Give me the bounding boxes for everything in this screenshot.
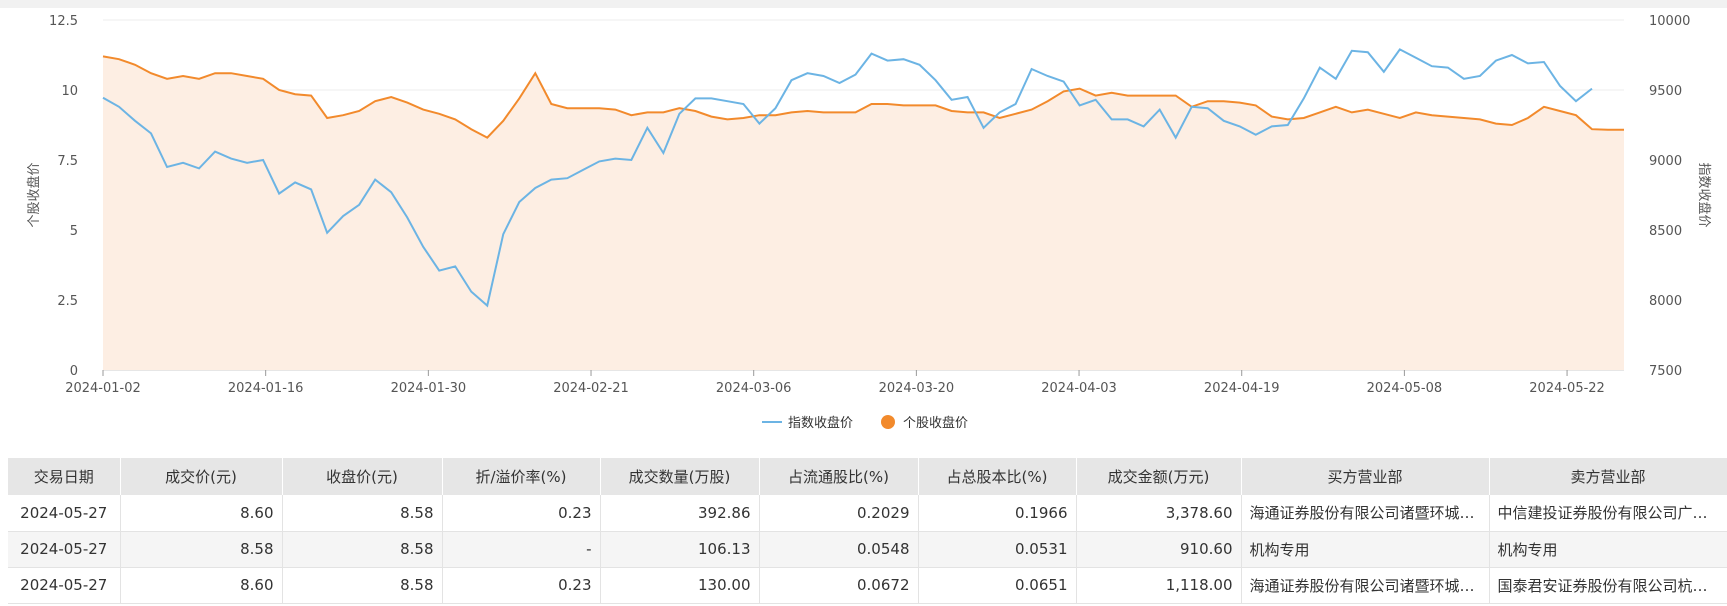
legend-index-label: 指数收盘价 xyxy=(788,415,853,431)
table-row: 2024-05-27 8.60 8.58 0.23 130.00 0.0672 0.0651… xyxy=(8,567,1727,604)
top-strip xyxy=(0,0,1727,8)
y-right-tick: 9500 xyxy=(1649,84,1682,99)
table-cell: 2024-05-27 xyxy=(8,567,121,604)
column-header: 买方营业部 xyxy=(1241,458,1490,495)
y-left-tick: 5 xyxy=(70,224,78,239)
table-cell: 0.23 xyxy=(442,495,601,532)
table-cell: - xyxy=(442,531,601,568)
y-right-axis-label: 指数收盘价 xyxy=(1696,162,1712,227)
table-cell: 106.13 xyxy=(600,531,760,568)
table-cell: 机构专用 xyxy=(1241,531,1490,568)
table-cell: 0.23 xyxy=(442,567,601,604)
table-cell: 8.58 xyxy=(120,531,283,568)
y-right-tick: 9000 xyxy=(1649,154,1682,169)
y-left-tick: 2.5 xyxy=(57,294,78,309)
x-tick-label: 2024-03-20 xyxy=(879,381,955,396)
x-tick-label: 2024-02-21 xyxy=(553,381,629,396)
y-right-tick: 8500 xyxy=(1649,224,1682,239)
block-trade-table: 交易日期 成交价(元) 收盘价(元) 折/溢价率(%) 成交数量(万股) 占流通股比(%)… xyxy=(8,458,1727,604)
table-cell: 910.60 xyxy=(1076,531,1242,568)
column-header: 占总股本比(%) xyxy=(918,458,1077,495)
table-cell: 1,118.00 xyxy=(1076,567,1242,604)
y-right-tick: 10000 xyxy=(1649,14,1690,29)
y-left-tick: 12.5 xyxy=(49,14,78,29)
table-cell: 392.86 xyxy=(600,495,760,532)
table-cell: 8.58 xyxy=(282,567,443,604)
y-left-tick: 0 xyxy=(70,364,78,379)
x-tick-label: 2024-03-06 xyxy=(716,381,792,396)
y-left-tick: 10 xyxy=(61,84,78,99)
column-header: 成交金额(万元) xyxy=(1076,458,1242,495)
x-tick-label: 2024-01-02 xyxy=(65,381,141,396)
table-cell: 2024-05-27 xyxy=(8,495,121,532)
table-cell: 海通证券股份有限公司诸暨环城… xyxy=(1241,495,1490,532)
x-tick-label: 2024-01-30 xyxy=(391,381,467,396)
table-cell: 2024-05-27 xyxy=(8,531,121,568)
y-right-tick: 8000 xyxy=(1649,294,1682,309)
table-cell: 8.60 xyxy=(120,495,283,532)
legend-stock-swatch xyxy=(881,415,895,429)
x-tick-label: 2024-05-22 xyxy=(1529,381,1605,396)
y-left-axis-label: 个股收盘价 xyxy=(26,162,42,227)
price-chart: 0 7500 2.5 8000 5 8500 7.5 9000 10 9500 12.5 10000 个… xyxy=(0,0,1727,431)
table-cell: 海通证券股份有限公司诸暨环城… xyxy=(1241,567,1490,604)
table-cell: 0.2029 xyxy=(759,495,919,532)
legend-stock-label: 个股收盘价 xyxy=(903,415,968,431)
table-header-row: 交易日期 成交价(元) 收盘价(元) 折/溢价率(%) 成交数量(万股) 占流通股比(%)… xyxy=(8,458,1727,495)
table-cell: 国泰君安证券股份有限公司杭… xyxy=(1489,567,1727,604)
x-tick-label: 2024-01-16 xyxy=(228,381,304,396)
column-header: 卖方营业部 xyxy=(1489,458,1727,495)
x-tick-label: 2024-04-19 xyxy=(1204,381,1280,396)
table-row: 2024-05-27 8.60 8.58 0.23 392.86 0.2029 0.1966… xyxy=(8,495,1727,532)
column-header: 交易日期 xyxy=(8,458,121,495)
table-cell: 0.0651 xyxy=(918,567,1077,604)
column-header: 成交价(元) xyxy=(120,458,283,495)
table-cell: 机构专用 xyxy=(1489,531,1727,568)
table-cell: 130.00 xyxy=(600,567,760,604)
table-cell: 0.0531 xyxy=(918,531,1077,568)
table-cell: 8.58 xyxy=(282,495,443,532)
table-cell: 3,378.60 xyxy=(1076,495,1242,532)
column-header: 收盘价(元) xyxy=(282,458,443,495)
y-right-tick: 7500 xyxy=(1649,364,1682,379)
x-tick-label: 2024-05-08 xyxy=(1367,381,1443,396)
stock-area xyxy=(103,56,1624,371)
y-left-tick: 7.5 xyxy=(57,154,78,169)
table-cell: 0.0548 xyxy=(759,531,919,568)
table-cell: 中信建投证券股份有限公司广… xyxy=(1489,495,1727,532)
column-header: 占流通股比(%) xyxy=(759,458,919,495)
x-tick-label: 2024-04-03 xyxy=(1041,381,1117,396)
column-header: 成交数量(万股) xyxy=(600,458,760,495)
table-cell: 0.0672 xyxy=(759,567,919,604)
table-cell: 8.58 xyxy=(282,531,443,568)
table-cell: 8.60 xyxy=(120,567,283,604)
table-cell: 0.1966 xyxy=(918,495,1077,532)
table-row: 2024-05-27 8.58 8.58-106.13 0.0548 0.0531 910… xyxy=(8,531,1727,568)
column-header: 折/溢价率(%) xyxy=(442,458,601,495)
